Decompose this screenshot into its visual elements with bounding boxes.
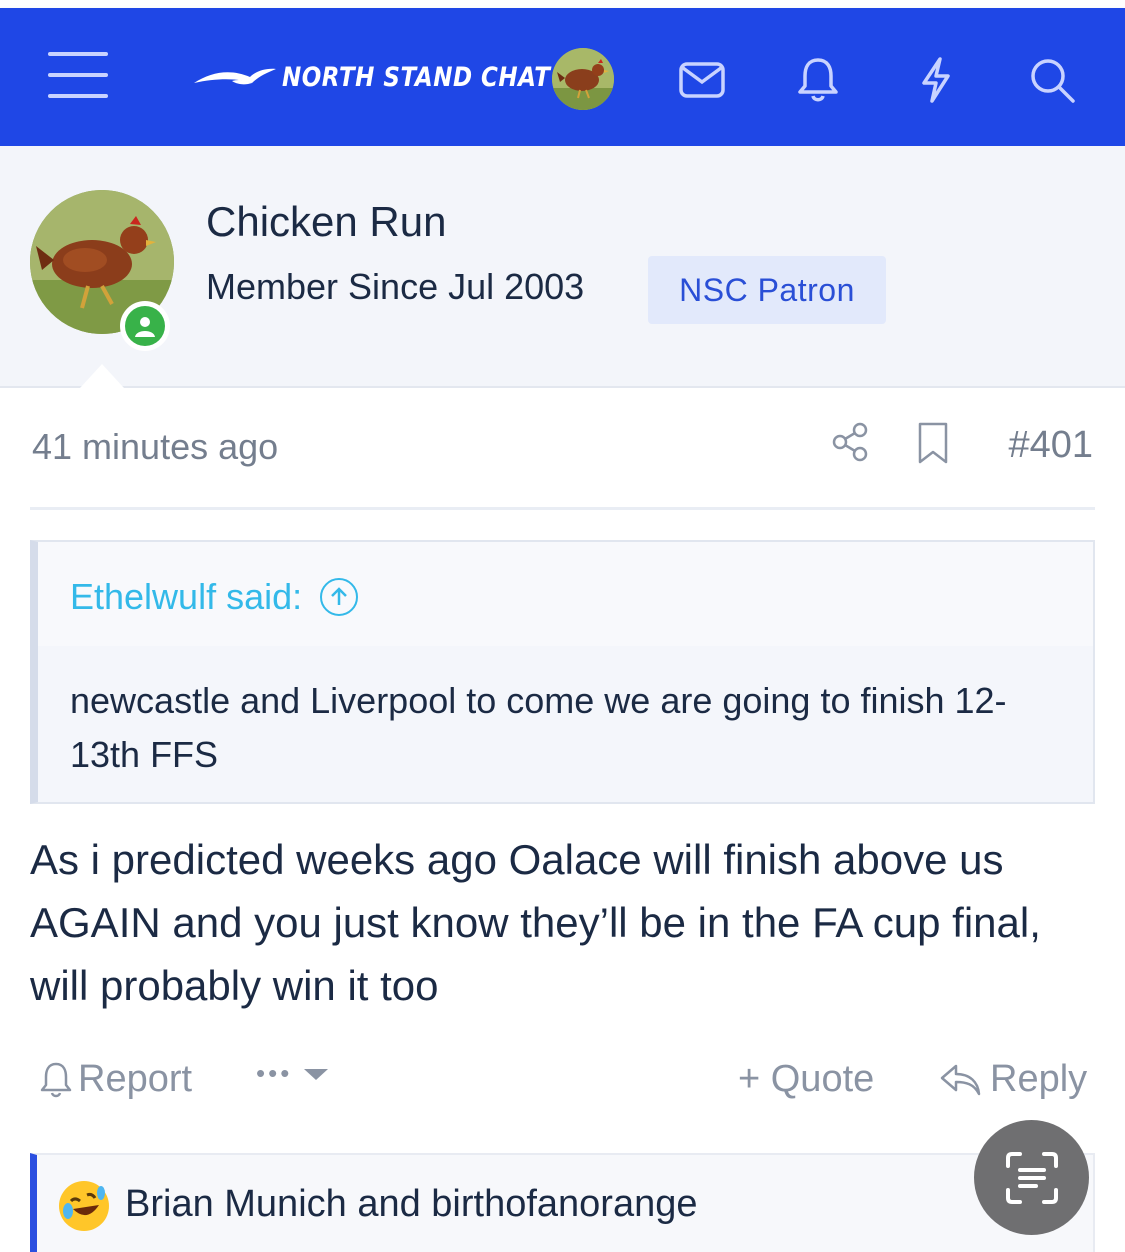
post-time[interactable]: 41 minutes ago <box>32 426 278 468</box>
chevron-down-icon <box>304 1068 329 1080</box>
text-scan-icon <box>1005 1151 1058 1204</box>
lightning-icon[interactable] <box>910 54 962 106</box>
more-options-button[interactable]: ••• <box>256 1058 330 1089</box>
rofl-emoji-icon <box>59 1181 109 1231</box>
live-text-scan-button[interactable] <box>974 1120 1089 1235</box>
quote-author[interactable]: Ethelwulf said: <box>70 576 302 618</box>
online-status-indicator <box>120 301 170 351</box>
callout-arrow <box>80 364 124 388</box>
post-actions: Report ••• + Quote Reply <box>0 1058 1125 1108</box>
divider <box>30 507 1095 510</box>
author-name[interactable]: Chicken Run <box>206 198 446 246</box>
reply-icon <box>940 1064 981 1095</box>
quote-text: newcastle and Liverpool to come we are g… <box>70 680 1007 775</box>
inbox-icon[interactable] <box>676 54 728 106</box>
reply-label: Reply <box>990 1058 1088 1100</box>
reply-button[interactable]: Reply <box>938 1058 1087 1101</box>
logo-text: NORTH STAND CHAT <box>282 63 551 93</box>
bell-icon <box>40 1062 72 1097</box>
post-number[interactable]: #401 <box>1008 424 1093 467</box>
bookmark-icon[interactable] <box>916 420 950 471</box>
quote-button[interactable]: + Quote <box>738 1058 874 1101</box>
quote-author-link[interactable]: Ethelwulf said: <box>70 576 359 618</box>
report-label: Report <box>78 1058 193 1100</box>
menu-icon[interactable] <box>48 52 108 102</box>
reactions-bar[interactable]: Brian Munich and birthofanorange <box>30 1153 1095 1252</box>
jump-to-quote-icon[interactable] <box>320 578 359 616</box>
bell-icon[interactable] <box>792 54 844 106</box>
top-navigation-bar: NORTH STAND CHAT <box>0 8 1125 146</box>
user-avatar[interactable] <box>552 48 614 110</box>
reactions-text[interactable]: Brian Munich and birthofanorange <box>125 1183 698 1226</box>
share-icon[interactable] <box>830 420 870 469</box>
seagull-icon <box>194 68 276 85</box>
post-author-card: Chicken Run Member Since Jul 2003 NSC Pa… <box>0 146 1125 388</box>
site-logo[interactable]: NORTH STAND CHAT <box>192 58 550 98</box>
quote-label: + Quote <box>738 1058 875 1100</box>
post-message: As i predicted weeks ago Oalace will fin… <box>30 836 1041 1009</box>
user-badge: NSC Patron <box>648 256 886 324</box>
quote-block: Ethelwulf said: newcastle and Liverpool … <box>30 540 1095 804</box>
user-icon <box>135 317 155 337</box>
report-button[interactable]: Report <box>38 1058 192 1101</box>
more-label: ••• <box>256 1058 293 1088</box>
search-icon[interactable] <box>1026 54 1078 106</box>
member-since: Member Since Jul 2003 <box>206 266 585 307</box>
